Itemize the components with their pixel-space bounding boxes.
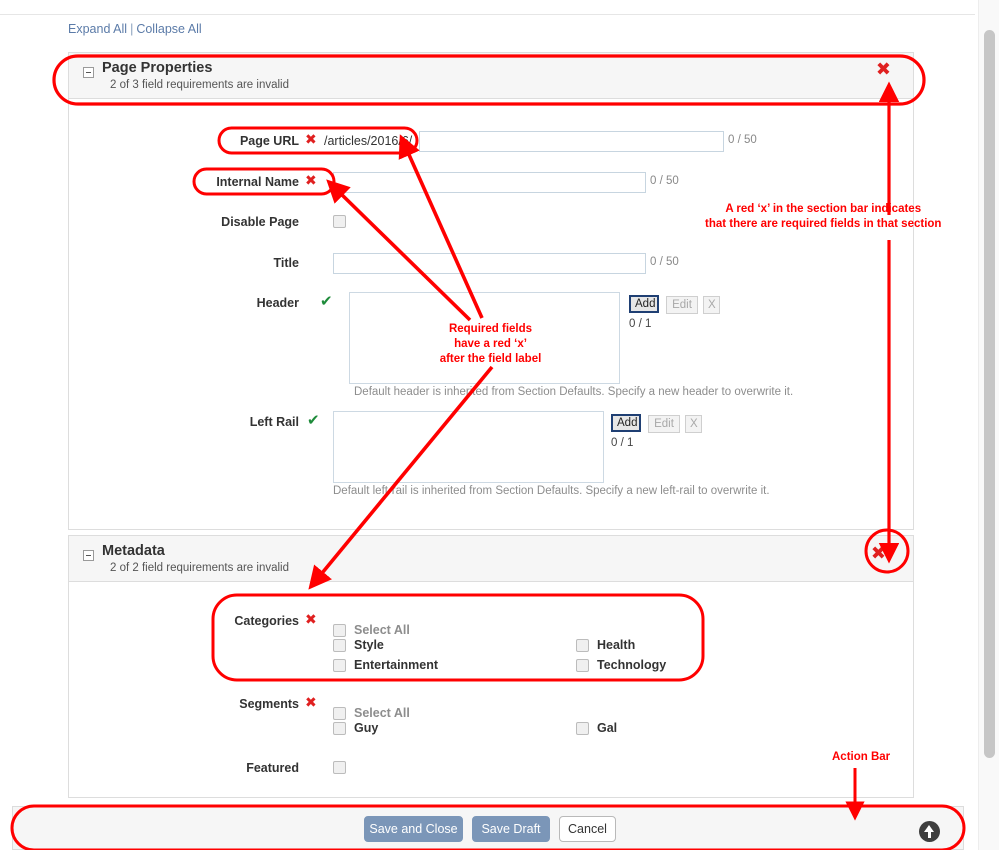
header-edit-button[interactable]: Edit bbox=[666, 296, 698, 314]
panel-header-metadata[interactable]: Metadata 2 of 2 field requirements are i… bbox=[69, 536, 913, 582]
title-counter: 0 / 50 bbox=[650, 256, 679, 268]
header-add-button[interactable]: Add bbox=[629, 295, 659, 313]
panel-header-page-properties[interactable]: Page Properties 2 of 3 field requirement… bbox=[69, 53, 913, 99]
header-counter: 0 / 1 bbox=[629, 318, 652, 330]
vertical-scrollbar-thumb[interactable] bbox=[984, 30, 995, 758]
label-segments: Segments bbox=[239, 697, 299, 711]
valid-check-icon-left-rail: ✔ bbox=[307, 411, 320, 429]
page-properties-title: Page Properties bbox=[102, 60, 213, 76]
up-arrow-icon[interactable] bbox=[919, 821, 940, 842]
left-rail-add-button[interactable]: Add bbox=[611, 414, 641, 432]
annotation-line-2: have a red ‘x’ bbox=[454, 338, 527, 350]
left-rail-edit-button[interactable]: Edit bbox=[648, 415, 680, 433]
collapse-toggle-icon[interactable] bbox=[83, 67, 94, 78]
left-rail-textarea[interactable] bbox=[333, 411, 604, 483]
internal-name-counter: 0 / 50 bbox=[650, 175, 679, 187]
section-status-red-x-icon: ✖ bbox=[875, 59, 891, 80]
label-left-rail: Left Rail bbox=[249, 415, 299, 429]
left-rail-counter: 0 / 1 bbox=[611, 437, 634, 449]
categories-checkbox-style[interactable] bbox=[333, 639, 346, 652]
label-featured: Featured bbox=[246, 761, 299, 775]
panel-metadata: Metadata 2 of 2 field requirements are i… bbox=[68, 535, 914, 798]
page-properties-subtitle: 2 of 3 field requirements are invalid bbox=[110, 79, 289, 91]
categories-select-all-checkbox[interactable] bbox=[333, 624, 346, 637]
categories-checkbox-technology[interactable] bbox=[576, 659, 589, 672]
annotation-action-bar-label: Action Bar bbox=[832, 751, 891, 763]
collapse-all-link[interactable]: Collapse All bbox=[136, 22, 201, 36]
panel-page-properties: Page Properties 2 of 3 field requirement… bbox=[68, 52, 914, 530]
segments-checkbox-guy[interactable] bbox=[333, 722, 346, 735]
page-url-prefix: /articles/2016/6/ bbox=[324, 134, 413, 148]
left-rail-remove-button[interactable]: X bbox=[685, 415, 702, 433]
required-x-icon-page-url: ✖ bbox=[305, 132, 317, 148]
segments-select-all-label: Select All bbox=[354, 706, 410, 720]
left-rail-help-text: Default left-rail is inherited from Sect… bbox=[333, 485, 770, 497]
categories-label-entertainment: Entertainment bbox=[354, 658, 439, 672]
disable-page-checkbox[interactable] bbox=[333, 215, 346, 228]
valid-check-icon-header: ✔ bbox=[320, 292, 333, 310]
annotation-section-bar-note: A red ‘x’ in the section bar indicates t… bbox=[705, 202, 941, 232]
internal-name-input[interactable] bbox=[333, 172, 646, 193]
segments-label-guy: Guy bbox=[354, 721, 379, 735]
cancel-button[interactable]: Cancel bbox=[559, 816, 616, 842]
top-divider bbox=[0, 14, 975, 15]
section-status-red-x-icon: ✖ bbox=[870, 543, 886, 564]
segments-checkbox-gal[interactable] bbox=[576, 722, 589, 735]
categories-checkbox-health[interactable] bbox=[576, 639, 589, 652]
metadata-title: Metadata bbox=[102, 543, 165, 559]
categories-label-style: Style bbox=[354, 638, 384, 652]
annotation-required-fields-note: Required fields have a red ‘x’ after the… bbox=[408, 322, 573, 367]
page-url-counter: 0 / 50 bbox=[728, 134, 757, 146]
segments-label-gal: Gal bbox=[597, 721, 618, 735]
required-x-icon-categories: ✖ bbox=[305, 612, 317, 628]
required-x-icon-segments: ✖ bbox=[305, 695, 317, 711]
label-title: Title bbox=[273, 256, 299, 270]
categories-label-technology: Technology bbox=[597, 658, 667, 672]
label-page-url: Page URL bbox=[239, 134, 299, 148]
annotation-line-1: Required fields bbox=[448, 323, 533, 335]
save-and-close-button[interactable]: Save and Close bbox=[364, 816, 463, 842]
required-x-icon-internal-name: ✖ bbox=[305, 173, 317, 189]
categories-checkbox-entertainment[interactable] bbox=[333, 659, 346, 672]
header-help-text: Default header is inherited from Section… bbox=[354, 386, 794, 398]
metadata-subtitle: 2 of 2 field requirements are invalid bbox=[110, 562, 289, 574]
label-header: Header bbox=[256, 296, 299, 310]
title-input[interactable] bbox=[333, 253, 646, 274]
link-separator: | bbox=[130, 22, 134, 36]
page-root: Expand All | Collapse All Page Properties … bbox=[0, 0, 999, 850]
collapse-toggle-icon[interactable] bbox=[83, 550, 94, 561]
annotation-line-2: that there are required fields in that s… bbox=[705, 218, 942, 230]
header-remove-button[interactable]: X bbox=[703, 296, 720, 314]
label-disable-page: Disable Page bbox=[221, 215, 299, 229]
segments-select-all-checkbox[interactable] bbox=[333, 707, 346, 720]
categories-label-health: Health bbox=[597, 638, 636, 652]
save-draft-button[interactable]: Save Draft bbox=[472, 816, 550, 842]
categories-select-all-label: Select All bbox=[354, 623, 410, 637]
action-bar: Save and Close Save Draft Cancel bbox=[12, 806, 964, 850]
label-categories: Categories bbox=[234, 614, 299, 628]
page-url-input[interactable] bbox=[419, 131, 724, 152]
vertical-scrollbar-track[interactable] bbox=[978, 0, 999, 850]
expand-all-link[interactable]: Expand All bbox=[68, 22, 127, 36]
featured-checkbox[interactable] bbox=[333, 761, 346, 774]
expand-collapse-links: Expand All | Collapse All bbox=[68, 22, 202, 36]
annotation-line-1: A red ‘x’ in the section bar indicates bbox=[725, 203, 922, 215]
label-internal-name: Internal Name bbox=[216, 175, 299, 189]
annotation-line-3: after the field label bbox=[439, 353, 542, 365]
